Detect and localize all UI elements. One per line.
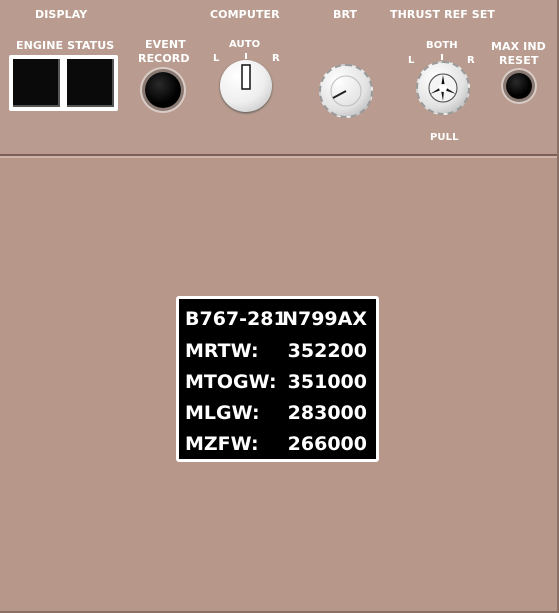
record-label: RECORD (138, 52, 190, 65)
placard-row: MZFW: 266000 (185, 430, 367, 458)
thrust-r-label: R (467, 55, 475, 66)
brt-label: BRT (333, 8, 358, 21)
aircraft-model: B767-281 (185, 308, 287, 330)
pull-label: PULL (430, 132, 459, 143)
display-label: DISPLAY (35, 8, 88, 21)
thrust-ref-set-label: THRUST REF SET (390, 8, 496, 21)
aircraft-registration: N799AX (282, 308, 367, 330)
placard-row-value: 352200 (287, 340, 367, 362)
computer-selector-knob[interactable] (220, 60, 272, 112)
both-label: BOTH (426, 40, 458, 51)
placard-row-value: 283000 (287, 402, 367, 424)
placard-header-row: B767-281 N799AX (185, 305, 367, 333)
placard-row-label: MZFW: (185, 433, 259, 455)
placard-row-value: 351000 (287, 371, 367, 393)
knob-pointer-icon (241, 64, 251, 90)
placard-row: MLGW: 283000 (185, 399, 367, 427)
aircraft-weight-placard: B767-281 N799AX MRTW: 352200 MTOGW: 3510… (176, 296, 379, 462)
aircraft-panel: DISPLAY ENGINE STATUS EVENT RECORD COMPU… (0, 0, 559, 613)
thrust-tick-both (441, 54, 443, 60)
placard-row: MRTW: 352200 (185, 337, 367, 365)
engine-status-screen-left (13, 59, 60, 107)
computer-l-label: L (213, 53, 220, 64)
brightness-pointer-icon (330, 75, 362, 107)
computer-r-label: R (272, 53, 280, 64)
computer-label: COMPUTER (210, 8, 280, 21)
placard-row-value: 266000 (287, 433, 367, 455)
thrust-l-label: L (408, 55, 415, 66)
placard-row-label: MRTW: (185, 340, 259, 362)
placard-row: MTOGW: 351000 (185, 368, 367, 396)
engine-status-label: ENGINE STATUS (16, 39, 115, 52)
auto-label: AUTO (229, 39, 261, 50)
event-record-button[interactable] (145, 72, 181, 108)
engine-status-button[interactable] (9, 55, 118, 111)
brightness-knob[interactable] (319, 64, 373, 118)
max-ind-label: MAX IND (491, 40, 546, 53)
computer-tick-auto (245, 53, 247, 59)
thrust-knob-star-icon (428, 73, 458, 103)
event-label: EVENT (145, 38, 186, 51)
max-ind-reset-button[interactable] (506, 73, 532, 99)
placard-row-label: MTOGW: (185, 371, 277, 393)
reset-label: RESET (499, 54, 539, 67)
control-strip: DISPLAY ENGINE STATUS EVENT RECORD COMPU… (0, 0, 557, 158)
placard-row-label: MLGW: (185, 402, 260, 424)
thrust-ref-set-knob[interactable] (416, 61, 470, 115)
engine-status-screen-right (67, 59, 114, 107)
